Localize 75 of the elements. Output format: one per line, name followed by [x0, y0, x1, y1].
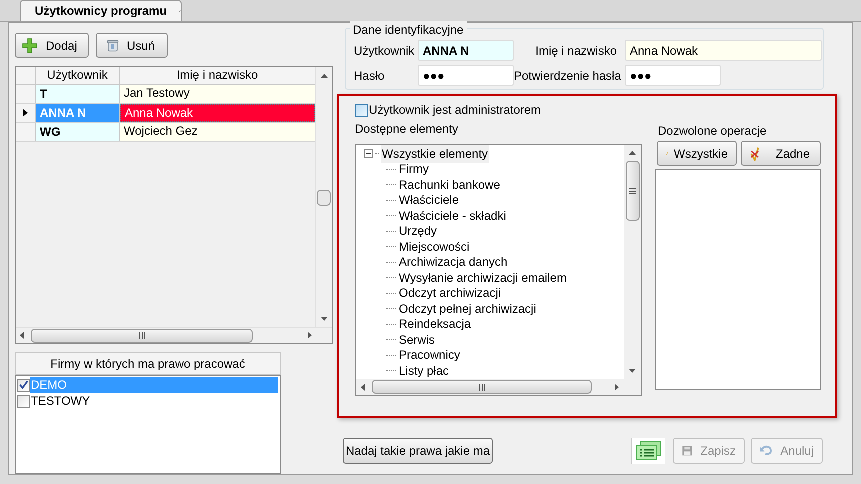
field-label: Użytkownik: [354, 42, 416, 60]
crossed-check-icon: [750, 146, 760, 160]
table-cell: Wojciech Gez: [120, 123, 315, 141]
tab[interactable]: Użytkownicy programu: [20, 0, 182, 21]
right-arrow-icon: [615, 384, 619, 390]
tree-item[interactable]: Listy płac: [398, 362, 450, 379]
checkbox[interactable]: [17, 378, 30, 392]
table-cell: Anna Nowak: [120, 104, 315, 122]
tree-item[interactable]: Rachunki bankowe: [398, 176, 502, 194]
select-all-button[interactable]: Wszystkie: [657, 141, 737, 166]
field-label: Imię i nazwisko: [534, 42, 618, 60]
horizontal-scrollbar[interactable]: [356, 379, 641, 395]
grip-icon: [629, 188, 636, 194]
checkbox[interactable]: [355, 104, 368, 116]
tree-item[interactable]: Firmy: [398, 160, 430, 178]
input-field[interactable]: Anna Nowak: [625, 40, 822, 61]
password-field[interactable]: ●●●: [625, 65, 721, 86]
vertical-scrollbar[interactable]: [315, 67, 332, 327]
table-cell: T: [36, 85, 120, 103]
tree-item[interactable]: Odczyt archiwizacji: [398, 284, 502, 302]
tree-item[interactable]: Pracownicy: [398, 346, 462, 364]
list-view-button[interactable]: [631, 438, 665, 464]
up-arrow-icon: [320, 74, 328, 78]
checkbox[interactable]: [17, 394, 30, 408]
left-arrow-icon: [20, 332, 24, 339]
tree-item[interactable]: Wysyłanie archiwizacji emailem: [398, 268, 568, 287]
grip-icon: [138, 332, 146, 339]
up-arrow-icon: [629, 151, 636, 155]
tree-item[interactable]: Reindeksacja: [398, 315, 472, 334]
add-button[interactable]: Dodaj: [15, 33, 89, 58]
column-header: Użytkownik: [36, 67, 120, 84]
tree-item[interactable]: Miejscowości: [398, 238, 471, 256]
section-label: Dostępne elementy: [355, 121, 460, 137]
tree-item[interactable]: Wszystkie elementy: [381, 145, 490, 163]
horizontal-scrollbar[interactable]: [16, 327, 332, 343]
row-header[interactable]: [16, 104, 36, 122]
checkbox-label[interactable]: Użytkownik jest administratorem: [369, 101, 542, 119]
scroll-thumb[interactable]: [626, 161, 640, 221]
tree-item[interactable]: Urzędy: [398, 222, 438, 240]
tree-item[interactable]: Serwis: [398, 330, 436, 349]
field-label: Potwierdzenie hasła: [514, 68, 622, 84]
down-arrow-icon: [629, 369, 636, 373]
group-title: Dane identyfikacyjne: [350, 21, 467, 39]
table-cell: WG: [36, 123, 120, 141]
grip-icon: [478, 384, 486, 390]
scroll-thumb[interactable]: [372, 380, 592, 394]
list-icon: [636, 441, 662, 461]
select-none-button[interactable]: Zadne: [741, 141, 821, 166]
delete-button[interactable]: Usuń: [96, 33, 168, 58]
collapse-icon[interactable]: [364, 149, 373, 158]
tree-item[interactable]: Archiwizacja danych: [398, 253, 509, 272]
scroll-thumb[interactable]: [31, 328, 253, 342]
row-pointer-icon: [23, 109, 28, 117]
right-arrow-icon: [308, 332, 312, 339]
section-label: Dozwolone operacje: [657, 123, 768, 139]
column-header: Imię i nazwisko: [176, 67, 260, 84]
vertical-scrollbar[interactable]: [624, 145, 641, 379]
password-field[interactable]: ●●●: [418, 65, 514, 86]
list-item[interactable]: TESTOWY: [30, 393, 90, 409]
panel-header: Firmy w których ma prawo pracować: [15, 352, 281, 375]
table-cell: Jan Testowy: [120, 85, 315, 103]
field-label: Hasło: [354, 68, 386, 84]
checkmark-icon: [18, 380, 28, 390]
plus-icon: [22, 38, 38, 54]
tree-item[interactable]: Odczyt pełnej archiwizacji: [398, 300, 538, 318]
left-arrow-icon: [361, 384, 365, 390]
scroll-thumb[interactable]: [317, 190, 331, 206]
copy-rights-button[interactable]: Nadaj takie prawa jakie ma: [343, 438, 493, 464]
table-cell: ANNA N: [36, 104, 120, 122]
input-field[interactable]: ANNA N: [418, 40, 514, 61]
tree-item[interactable]: Właściciele: [398, 191, 460, 210]
tree-item[interactable]: Właściciele - składki: [398, 206, 508, 225]
trash-icon: [107, 38, 119, 54]
down-arrow-icon: [320, 317, 328, 321]
undo-arrow-icon: [760, 444, 773, 458]
